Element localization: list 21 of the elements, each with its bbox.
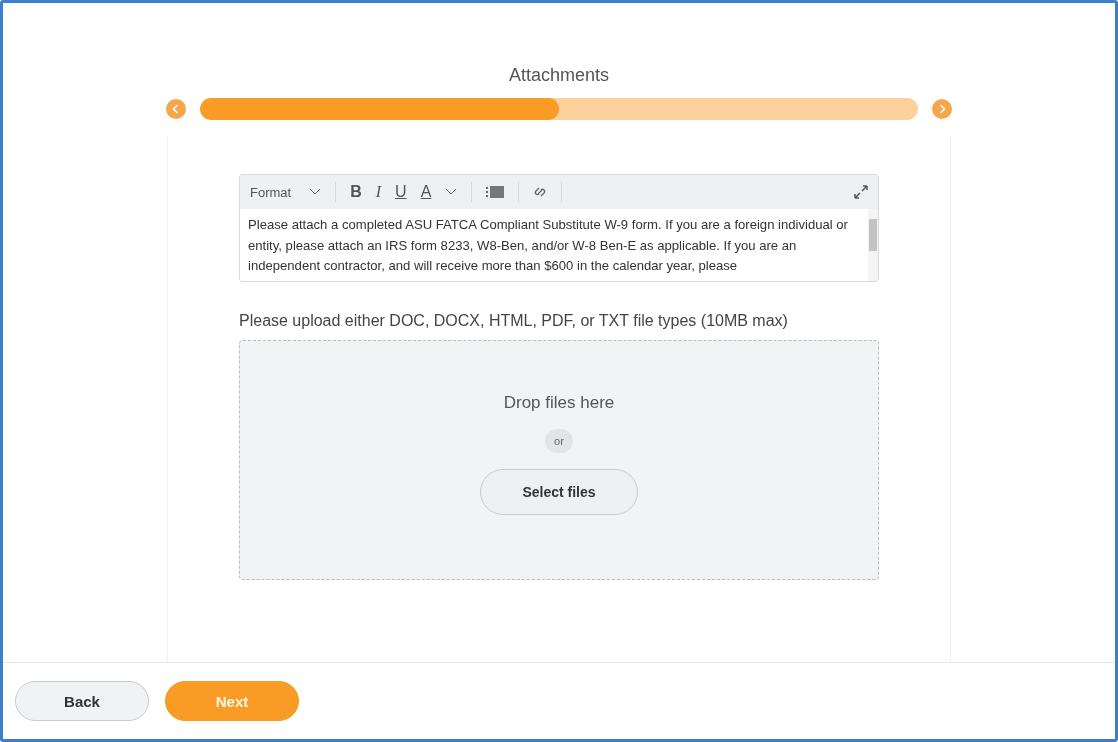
list-icon[interactable]	[486, 186, 505, 198]
file-drop-zone[interactable]: Drop files here or Select files	[239, 340, 879, 580]
upload-instructions: Please upload either DOC, DOCX, HTML, PDF, or TXT file types (10MB max)	[239, 312, 789, 330]
caret-icon[interactable]	[445, 188, 458, 196]
bold-button[interactable]: B	[350, 183, 362, 201]
expand-icon[interactable]	[854, 185, 868, 199]
page-title: Attachments	[508, 65, 609, 86]
format-dropdown[interactable]: Format	[250, 184, 322, 200]
underline-button[interactable]: U	[395, 183, 407, 201]
caret-icon	[309, 188, 322, 196]
next-icon[interactable]	[932, 99, 952, 119]
or-label: or	[545, 429, 573, 453]
select-files-button[interactable]: Select files	[480, 469, 638, 515]
text-color-button[interactable]: A	[420, 183, 432, 201]
scrollbar[interactable]	[868, 209, 878, 281]
back-button[interactable]: Back	[15, 681, 149, 721]
instructions-text: Please attach a completed ASU FATCA Compliant Substitute W-9 form. If you are a foreign individual or entity, please attach an IRS form 8233, W8-Ben, and/or W-8 Ben-E as applicable. If you are an independent contractor, and will receive more than $600 in the calendar year, please	[247, 216, 849, 275]
previous-icon[interactable]	[166, 99, 186, 119]
link-icon[interactable]	[533, 185, 548, 199]
drop-text: Drop files here	[503, 393, 615, 413]
italic-button[interactable]: I	[375, 183, 382, 201]
